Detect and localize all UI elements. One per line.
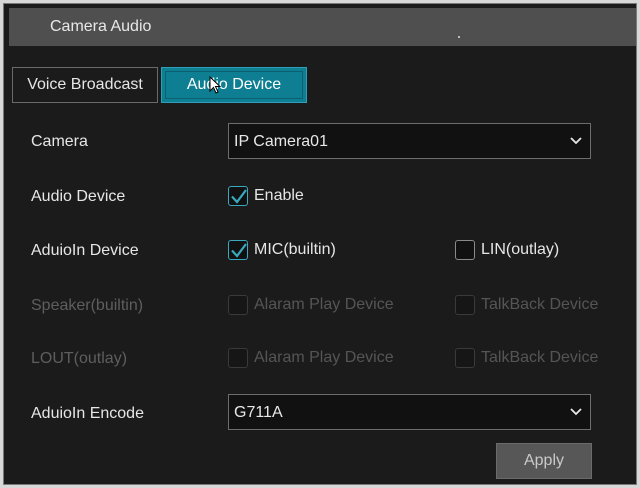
- lin-outlay-label: LIN(outlay): [481, 241, 560, 258]
- lout-alarm-play-checkbox: [228, 348, 248, 368]
- lout-outlay-label: LOUT(outlay): [31, 350, 128, 367]
- tab-voice-broadcast-label: Voice Broadcast: [27, 76, 143, 93]
- audioin-device-label: AduioIn Device: [31, 242, 139, 259]
- title-bar: Camera Audio: [9, 8, 636, 46]
- speaker-talkback-label: TalkBack Device: [481, 296, 599, 313]
- window-title: Camera Audio: [50, 18, 152, 35]
- audioin-encode-label: AduioIn Encode: [31, 405, 144, 422]
- audio-device-enable-label: Enable: [254, 187, 304, 204]
- audio-device-enable[interactable]: Enable: [228, 186, 304, 206]
- speaker-alarm-play-checkbox: [228, 295, 248, 315]
- audioin-encode-select-value: G711A: [234, 404, 283, 421]
- audio-device-enable-checkbox[interactable]: [228, 186, 248, 206]
- lout-alarm-play-option: Alaram Play Device: [228, 348, 394, 368]
- mic-builtin-checkbox[interactable]: [228, 240, 248, 260]
- speaker-alarm-play-label: Alaram Play Device: [254, 296, 394, 313]
- tab-audio-device[interactable]: Audio Device: [161, 67, 307, 103]
- lout-talkback-label: TalkBack Device: [481, 349, 599, 366]
- lout-talkback-option: TalkBack Device: [455, 348, 598, 368]
- lout-alarm-play-label: Alaram Play Device: [254, 349, 394, 366]
- mic-builtin-label: MIC(builtin): [254, 241, 336, 258]
- camera-select[interactable]: IP Camera01: [228, 123, 591, 159]
- checkmark-icon: [231, 243, 247, 258]
- camera-label: Camera: [31, 133, 88, 150]
- checkmark-icon: [231, 189, 247, 204]
- apply-button-label: Apply: [523, 452, 565, 469]
- speaker-alarm-play-option: Alaram Play Device: [228, 295, 394, 315]
- speaker-talkback-checkbox: [455, 295, 475, 315]
- apply-button[interactable]: Apply: [496, 443, 592, 479]
- mic-builtin-option[interactable]: MIC(builtin): [228, 240, 336, 260]
- tab-audio-device-label: Audio Device: [186, 76, 282, 93]
- chevron-down-icon: [570, 408, 582, 416]
- speaker-builtin-label: Speaker(builtin): [31, 297, 144, 314]
- lin-outlay-checkbox[interactable]: [455, 240, 475, 260]
- audio-device-label: Audio Device: [31, 188, 126, 205]
- speaker-talkback-option: TalkBack Device: [455, 295, 598, 315]
- lout-talkback-checkbox: [455, 348, 475, 368]
- camera-audio-window: Camera Audio Voice Broadcast Audio Devic…: [3, 3, 637, 485]
- audioin-encode-select[interactable]: G711A: [228, 394, 591, 430]
- title-bar-dot: [458, 36, 460, 38]
- lin-outlay-option[interactable]: LIN(outlay): [455, 240, 559, 260]
- camera-select-value: IP Camera01: [234, 133, 328, 150]
- mouse-cursor-icon: [209, 76, 222, 94]
- tab-voice-broadcast[interactable]: Voice Broadcast: [12, 67, 158, 103]
- chevron-down-icon: [570, 137, 582, 145]
